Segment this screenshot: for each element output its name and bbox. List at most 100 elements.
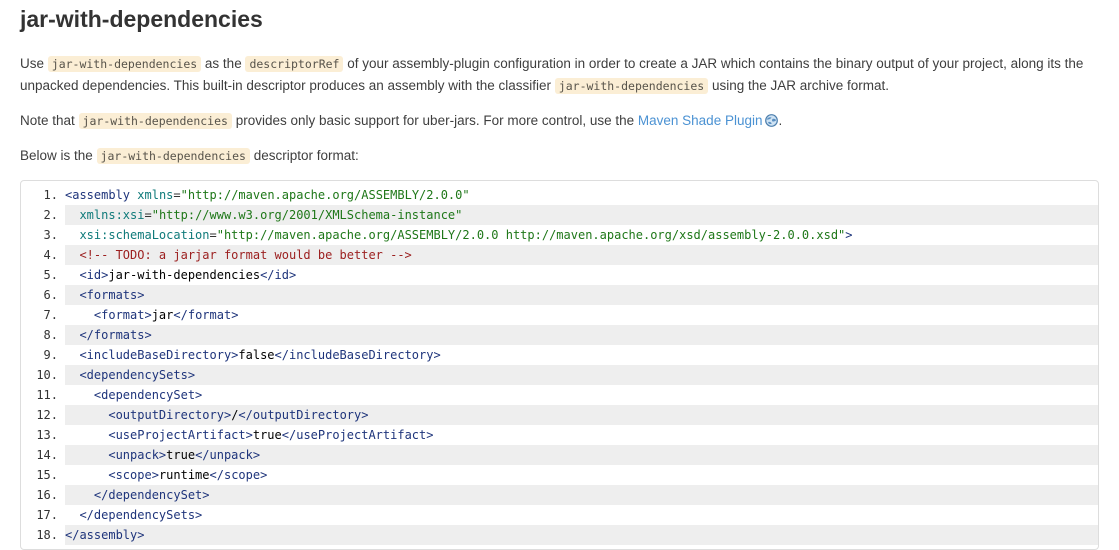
code-segment-pln: true [253,428,282,442]
code-segment-tag: <unpack> [108,448,166,462]
code-segment-tag: </includeBaseDirectory> [275,348,441,362]
code-segment-tag: </dependencySets> [79,508,202,522]
line-number: 14. [25,445,65,465]
line-number: 9. [25,345,65,365]
code-segment-pln: jar [152,308,174,322]
code-segment-pln [65,368,79,382]
code-segment-pln [65,328,79,342]
line-number: 17. [25,505,65,525]
code-line: 10. <dependencySets> [25,365,1098,385]
line-number: 11. [25,385,65,405]
code-segment-pln [65,388,94,402]
code-line: 15. <scope>runtime</scope> [25,465,1098,485]
paragraph-below: Below is the jar-with-dependencies descr… [20,145,1099,167]
code-line: 3. xsi:schemaLocation="http://maven.apac… [25,225,1098,245]
code-segment-pun: = [210,228,217,242]
code-segment-tag: </formats> [79,328,151,342]
text-run: as the [201,56,245,71]
code-line-text: <assembly xmlns="http://maven.apache.org… [65,185,1098,205]
code-segment-atn: xmlns:xsi [79,208,144,222]
code-line: 11. <dependencySet> [25,385,1098,405]
paragraph-note: Note that jar-with-dependencies provides… [20,110,1099,132]
code-line-text: <id>jar-with-dependencies</id> [65,265,1098,285]
inline-code: jar-with-dependencies [48,56,201,72]
code-segment-tag: <formats> [79,288,144,302]
code-segment-pln [65,288,79,302]
code-segment-tag: <dependencySets> [79,368,195,382]
code-line: 1.<assembly xmlns="http://maven.apache.o… [25,185,1098,205]
code-line-text: <unpack>true</unpack> [65,445,1098,465]
text-run: descriptor format: [250,148,359,163]
code-line-text: <scope>runtime</scope> [65,465,1098,485]
code-line-text: xmlns:xsi="http://www.w3.org/2001/XMLSch… [65,205,1098,225]
code-segment-tag: <dependencySet> [94,388,202,402]
inline-code: descriptorRef [245,56,343,72]
line-number: 18. [25,525,65,545]
text-run: Use [20,56,48,71]
code-segment-tag: </dependencySet> [94,488,210,502]
code-line: 14. <unpack>true</unpack> [25,445,1098,465]
code-segment-pln [65,448,108,462]
code-line: 16. </dependencySet> [25,485,1098,505]
code-line-text: <outputDirectory>/</outputDirectory> [65,405,1098,425]
code-line-text: xsi:schemaLocation="http://maven.apache.… [65,225,1098,245]
paragraph-intro: Use jar-with-dependencies as the descrip… [20,53,1099,97]
external-link-globe-icon[interactable] [765,114,778,127]
code-segment-pun: = [173,188,180,202]
code-segment-tag: <includeBaseDirectory> [79,348,238,362]
code-line: 2. xmlns:xsi="http://www.w3.org/2001/XML… [25,205,1098,225]
code-segment-pln [65,248,79,262]
line-number: 10. [25,365,65,385]
code-segment-tag: </useProjectArtifact> [282,428,434,442]
code-segment-atv: "http://maven.apache.org/ASSEMBLY/2.0.0 … [217,228,846,242]
code-segment-tag: </unpack> [195,448,260,462]
code-line-text: <dependencySets> [65,365,1098,385]
code-segment-tag: <assembly [65,188,130,202]
maven-shade-plugin-link[interactable]: Maven Shade Plugin [638,113,763,128]
code-line-text: </formats> [65,325,1098,345]
code-segment-tag: <useProjectArtifact> [108,428,253,442]
code-line: 13. <useProjectArtifact>true</useProject… [25,425,1098,445]
code-line: 18.</assembly> [25,525,1098,545]
page-title: jar-with-dependencies [20,6,1099,32]
line-number: 12. [25,405,65,425]
code-segment-tag: </format> [173,308,238,322]
code-segment-pln [65,348,79,362]
code-segment-atn: xsi:schemaLocation [79,228,209,242]
code-segment-pun: = [144,208,151,222]
code-line-text: </dependencySet> [65,485,1098,505]
code-segment-tag: > [845,228,852,242]
code-segment-tag: </id> [260,268,296,282]
line-number: 5. [25,265,65,285]
code-segment-pln [65,428,108,442]
code-segment-tag: </scope> [210,468,268,482]
code-segment-atn: xmlns [137,188,173,202]
line-number: 6. [25,285,65,305]
text-run: . [778,113,782,128]
code-line-text: <dependencySet> [65,385,1098,405]
code-segment-com: <!-- TODO: a jarjar format would be bett… [79,248,411,262]
code-segment-pln [65,208,79,222]
doc-page: jar-with-dependencies Use jar-with-depen… [20,6,1099,550]
code-line: 7. <format>jar</format> [25,305,1098,325]
text-run: provides only basic support for uber-jar… [232,113,638,128]
inline-code: jar-with-dependencies [555,78,708,94]
line-number: 3. [25,225,65,245]
code-segment-pln [65,308,94,322]
code-segment-tag: </assembly> [65,528,144,542]
code-segment-pln: jar-with-dependencies [108,268,260,282]
line-number: 2. [25,205,65,225]
line-number: 13. [25,425,65,445]
code-segment-tag: <outputDirectory> [108,408,231,422]
code-line: 6. <formats> [25,285,1098,305]
code-line-text: </dependencySets> [65,505,1098,525]
line-number: 16. [25,485,65,505]
code-line: 9. <includeBaseDirectory>false</includeB… [25,345,1098,365]
code-segment-pln [65,408,108,422]
text-run: Note that [20,113,79,128]
code-line: 5. <id>jar-with-dependencies</id> [25,265,1098,285]
code-line-text: <!-- TODO: a jarjar format would be bett… [65,245,1098,265]
code-segment-tag: <format> [94,308,152,322]
line-number: 7. [25,305,65,325]
text-run: Below is the [20,148,97,163]
